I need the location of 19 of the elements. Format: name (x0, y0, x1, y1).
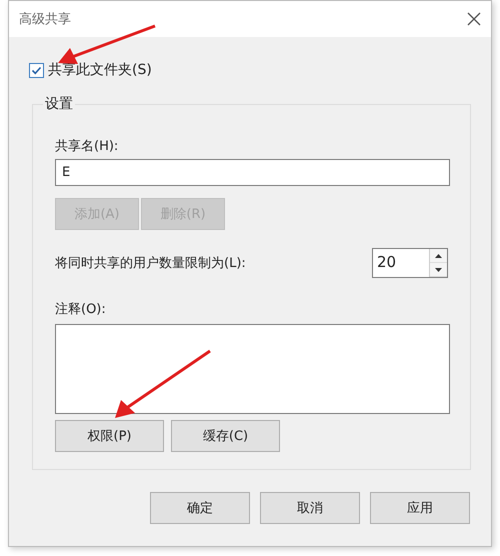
window-title: 高级共享 (19, 11, 71, 28)
share-name-field[interactable]: E (55, 159, 450, 186)
dialog-button[interactable]: 取消 (260, 492, 360, 524)
close-icon[interactable] (467, 12, 481, 26)
comment-field[interactable] (55, 324, 450, 414)
field-label: 共享名(H): (55, 138, 118, 155)
down-arrow-icon[interactable] (435, 268, 442, 272)
up-arrow-icon[interactable] (435, 254, 442, 258)
field-label: 注释(O): (55, 301, 106, 318)
checkbox-label: 共享此文件夹(S) (48, 61, 152, 79)
field-label: 将同时共享的用户数量限制为(L): (55, 255, 246, 272)
checkbox[interactable] (29, 62, 44, 78)
dialog-button[interactable]: 权限(P) (55, 420, 164, 452)
dialog-button[interactable]: 缓存(C) (171, 420, 280, 452)
group-title: 设置 (44, 95, 74, 113)
check-icon (31, 64, 42, 76)
number-spinner[interactable]: 20 (372, 248, 448, 278)
dialog-button[interactable]: 确定 (150, 492, 250, 524)
dialog-button[interactable]: 应用 (370, 492, 470, 524)
